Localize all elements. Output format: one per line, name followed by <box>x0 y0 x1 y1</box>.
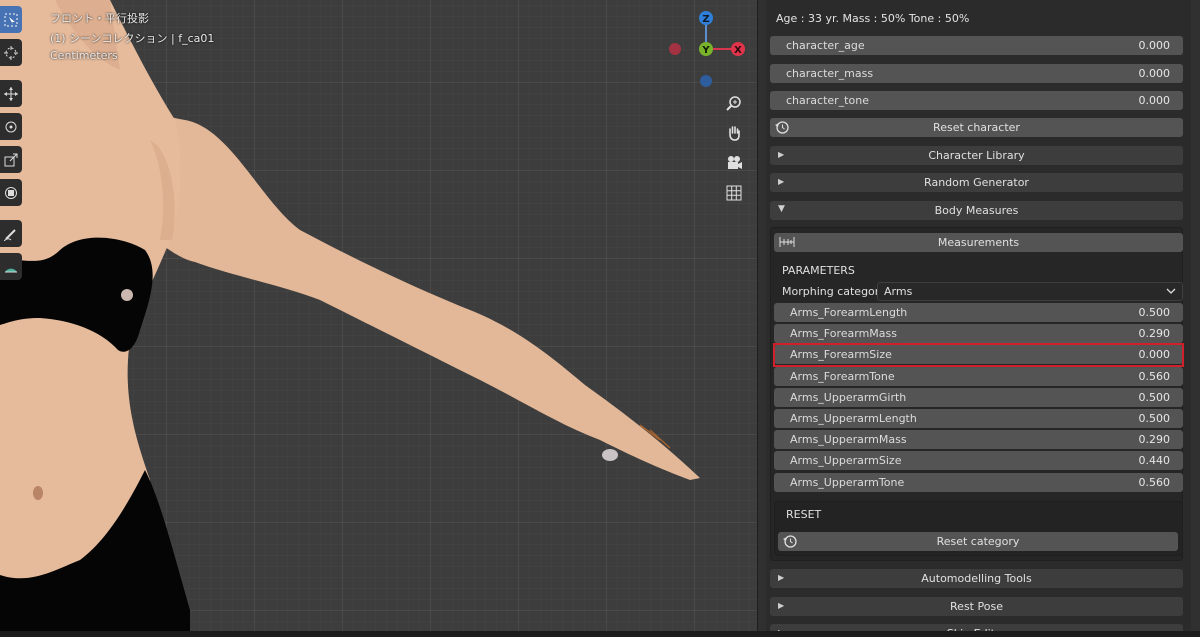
character-library-section[interactable]: ▶ Character Library <box>770 146 1183 165</box>
gizmo-neg-z-icon[interactable] <box>700 75 712 87</box>
param-value: 0.560 <box>1138 370 1171 383</box>
param-value: 0.500 <box>1138 412 1171 425</box>
param-value: 0.500 <box>1138 391 1171 404</box>
param-upperarm-size[interactable]: Arms_UpperarmSize 0.440 <box>774 451 1183 470</box>
param-value: 0.560 <box>1138 476 1171 489</box>
status-bar <box>0 631 1200 637</box>
param-label: Arms_UpperarmLength <box>790 412 917 425</box>
measurements-button[interactable]: Measurements <box>774 233 1183 252</box>
param-value: 0.000 <box>1138 348 1171 361</box>
param-forearm-mass[interactable]: Arms_ForearmMass 0.290 <box>774 324 1183 343</box>
param-label: Arms_UpperarmMass <box>790 433 907 446</box>
random-generator-section[interactable]: ▶ Random Generator <box>770 173 1183 192</box>
scale-icon[interactable] <box>0 146 22 173</box>
tool-shelf <box>0 6 24 286</box>
expand-triangle-icon: ▶ <box>778 573 785 582</box>
reset-icon <box>775 120 790 138</box>
hand-icon[interactable] <box>722 121 746 145</box>
reset-category-label: Reset category <box>936 535 1020 548</box>
param-forearm-length[interactable]: Arms_ForearmLength 0.500 <box>774 303 1183 322</box>
param-label: Arms_ForearmLength <box>790 306 908 319</box>
reset-category-button[interactable]: Reset category <box>778 532 1178 551</box>
reset-character-button[interactable]: Reset character <box>770 118 1183 137</box>
annotate-icon[interactable] <box>0 220 22 247</box>
param-value: 0.290 <box>1138 327 1171 340</box>
field-value: 0.000 <box>1138 39 1171 52</box>
gizmo-neg-x-icon[interactable] <box>669 43 681 55</box>
bikini-ring <box>121 289 133 301</box>
reset-heading: RESET <box>786 508 822 521</box>
expand-triangle-icon: ▶ <box>778 177 785 186</box>
section-label: Automodelling Tools <box>921 572 1032 585</box>
zoom-icon[interactable] <box>722 91 746 115</box>
param-label: Arms_ForearmSize <box>790 348 892 361</box>
measurements-label: Measurements <box>937 236 1020 249</box>
gizmo-x-label: X <box>734 45 742 56</box>
param-label: Arms_ForearmTone <box>790 370 895 383</box>
morph-category-value: Arms <box>884 285 913 298</box>
reset-icon <box>783 534 798 552</box>
rest-pose-section[interactable]: ▶ Rest Pose <box>770 597 1183 616</box>
belly-button <box>33 486 43 500</box>
panel-content: Age : 33 yr. Mass : 50% Tone : 50% chara… <box>766 0 1191 637</box>
automodelling-section[interactable]: ▶ Automodelling Tools <box>770 569 1183 588</box>
collapse-triangle-icon: ▼ <box>778 204 785 214</box>
character-age-field[interactable]: character_age 0.000 <box>770 36 1183 55</box>
morph-category-label: Morphing categor.. <box>782 285 886 298</box>
properties-panel: Age : 33 yr. Mass : 50% Tone : 50% chara… <box>757 0 1200 637</box>
field-label: character_tone <box>786 94 869 107</box>
param-label: Arms_UpperarmSize <box>790 454 902 467</box>
param-upperarm-tone[interactable]: Arms_UpperarmTone 0.560 <box>774 473 1183 492</box>
chevron-down-icon <box>1166 286 1176 299</box>
ruler-icon <box>779 235 795 252</box>
morph-category-select[interactable]: Arms <box>877 282 1183 301</box>
field-value: 0.000 <box>1138 67 1171 80</box>
3d-viewport[interactable]: フロント・平行投影 (1) シーンコレクション | f_ca01 Centime… <box>0 0 757 637</box>
param-upperarm-length[interactable]: Arms_UpperarmLength 0.500 <box>774 409 1183 428</box>
collection-label: (1) シーンコレクション | f_ca01 <box>50 32 215 45</box>
character-mass-field[interactable]: character_mass 0.000 <box>770 64 1183 83</box>
param-upperarm-mass[interactable]: Arms_UpperarmMass 0.290 <box>774 430 1183 449</box>
view-name: フロント・平行投影 <box>50 12 149 25</box>
character-model <box>0 0 700 637</box>
select-box-icon[interactable] <box>0 6 22 33</box>
camera-icon[interactable] <box>722 151 746 175</box>
parameters-heading: PARAMETERS <box>782 264 855 277</box>
section-label: Rest Pose <box>950 600 1003 613</box>
units-label: Centimeters <box>50 49 118 62</box>
measure-icon[interactable] <box>0 253 22 280</box>
param-value: 0.500 <box>1138 306 1171 319</box>
param-upperarm-girth[interactable]: Arms_UpperarmGirth 0.500 <box>774 388 1183 407</box>
expand-triangle-icon: ▶ <box>778 150 785 159</box>
field-value: 0.000 <box>1138 94 1171 107</box>
param-value: 0.440 <box>1138 454 1171 467</box>
expand-triangle-icon: ▶ <box>778 601 785 610</box>
fingertip <box>602 449 618 461</box>
body-measures-section[interactable]: ▼ Body Measures <box>770 201 1183 220</box>
transform-icon[interactable] <box>0 179 22 206</box>
character-status: Age : 33 yr. Mass : 50% Tone : 50% <box>776 12 970 25</box>
param-value: 0.290 <box>1138 433 1171 446</box>
move-icon[interactable] <box>0 80 22 107</box>
param-label: Arms_ForearmMass <box>790 327 897 340</box>
navigation-gizmo[interactable]: Z X Y <box>666 8 750 88</box>
section-label: Random Generator <box>924 176 1029 189</box>
param-forearm-size[interactable]: Arms_ForearmSize 0.000 <box>774 345 1183 364</box>
field-label: character_age <box>786 39 865 52</box>
param-label: Arms_UpperarmTone <box>790 476 905 489</box>
param-label: Arms_UpperarmGirth <box>790 391 907 404</box>
gizmo-y-label: Y <box>701 45 710 56</box>
grid-icon[interactable] <box>722 181 746 205</box>
section-label: Body Measures <box>934 204 1019 217</box>
rotate-icon[interactable] <box>0 113 22 140</box>
field-label: character_mass <box>786 67 874 80</box>
param-forearm-tone[interactable]: Arms_ForearmTone 0.560 <box>774 367 1183 386</box>
gizmo-z-label: Z <box>702 14 709 25</box>
section-label: Character Library <box>928 149 1025 162</box>
character-tone-field[interactable]: character_tone 0.000 <box>770 91 1183 110</box>
reset-character-label: Reset character <box>933 121 1020 134</box>
cursor-icon[interactable] <box>0 39 22 66</box>
